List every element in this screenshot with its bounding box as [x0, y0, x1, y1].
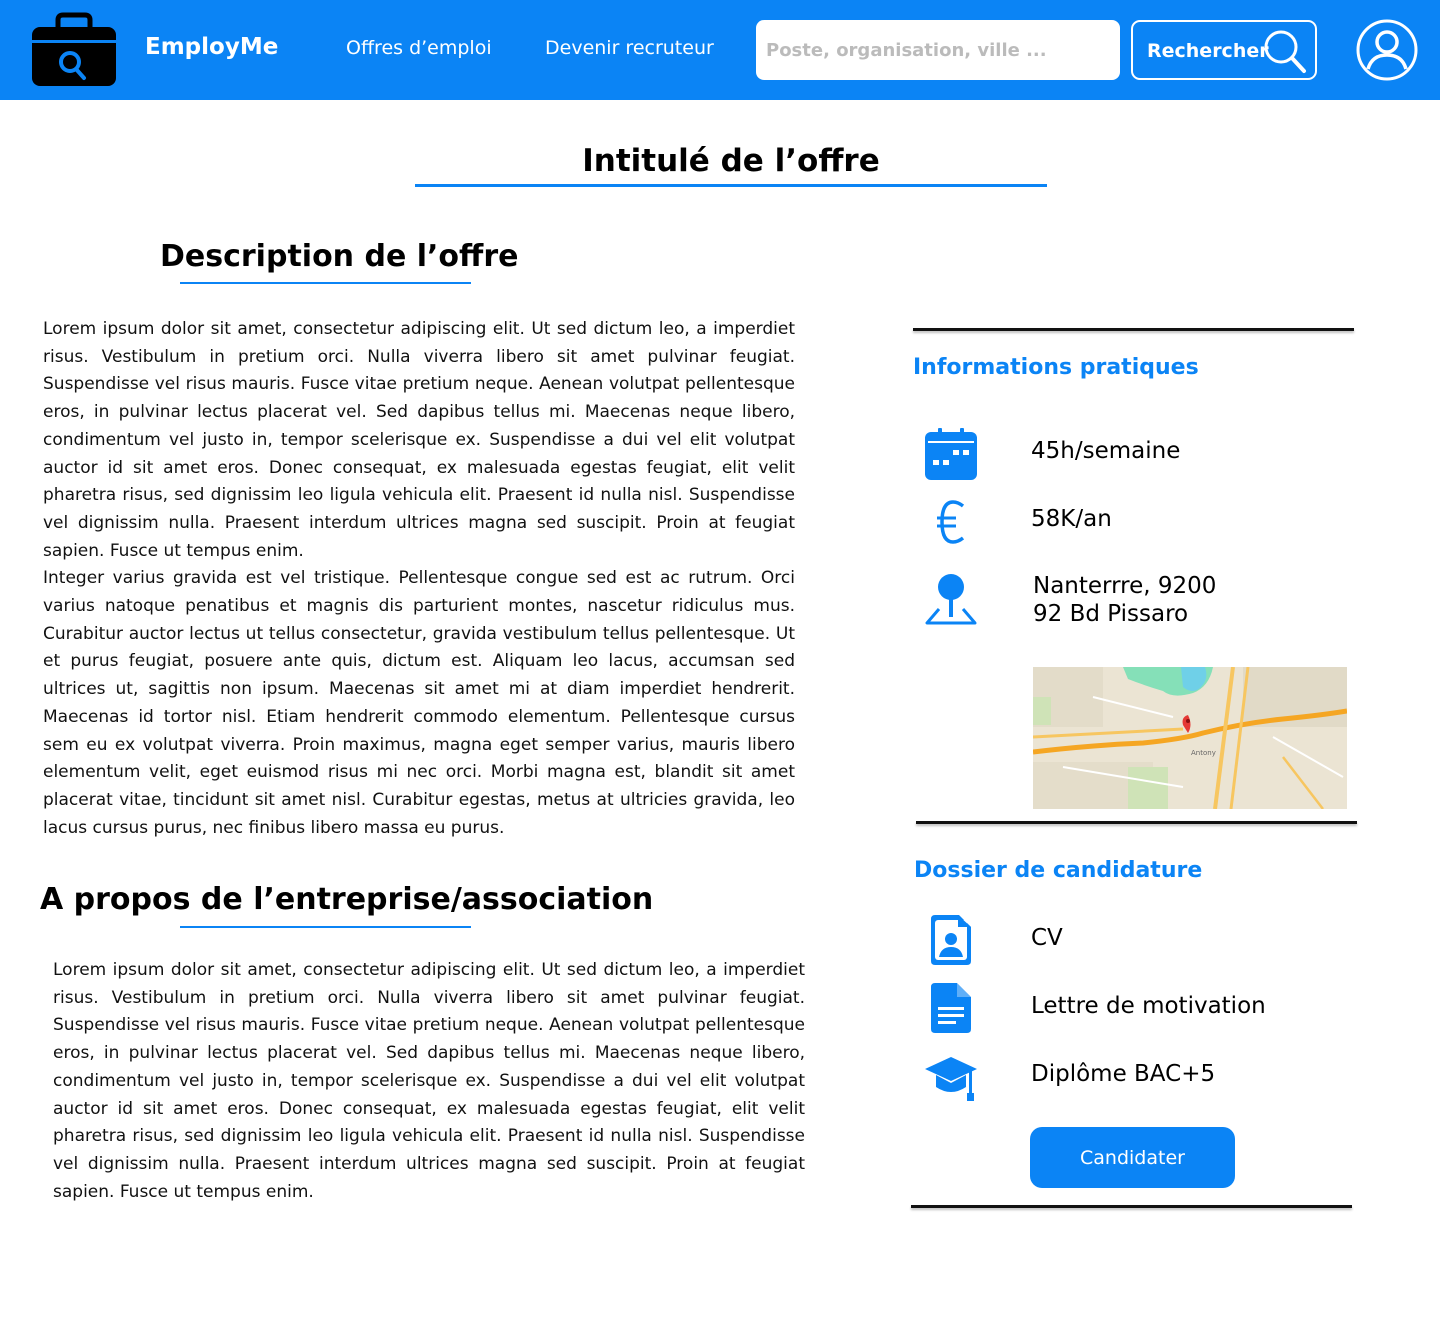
description-title: Description de l’offre	[160, 239, 519, 274]
dossier-item-diplome: Diplôme BAC+5	[1031, 1061, 1216, 1087]
map-label-antony: Antony	[1191, 749, 1216, 757]
search-input[interactable]	[756, 20, 1120, 80]
address-line2: 92 Bd Pissaro	[1033, 601, 1189, 627]
magnifier-icon	[1264, 30, 1306, 73]
about-title: A propos de l’entreprise/association	[40, 882, 654, 917]
salary-value: 58K/an	[1031, 506, 1112, 532]
nav-link-devenir-recruteur[interactable]: Devenir recruteur	[545, 37, 714, 59]
title-underline	[415, 184, 1047, 187]
divider	[913, 328, 1354, 331]
about-text: Lorem ipsum dolor sit amet, consectetur …	[53, 960, 805, 1202]
location-map[interactable]: Antony	[1033, 667, 1347, 809]
dossier-item-cv: CV	[1031, 925, 1063, 951]
dossier-item-lettre: Lettre de motivation	[1031, 993, 1266, 1019]
infos-title: Informations pratiques	[913, 355, 1199, 380]
page-title: Intitulé de l’offre	[582, 143, 880, 179]
top-navbar: EmployMe Offres d’emploi Devenir recrute…	[0, 0, 1440, 100]
search-button-label: Rechercher	[1147, 40, 1269, 62]
hours-value: 45h/semaine	[1031, 438, 1181, 464]
search-button[interactable]: Rechercher	[1131, 20, 1317, 80]
nav-link-offres[interactable]: Offres d’emploi	[346, 37, 492, 59]
apply-button[interactable]: Candidater	[1030, 1127, 1235, 1188]
description-underline	[180, 282, 471, 284]
graduation-cap-icon	[925, 1055, 977, 1107]
cv-document-icon	[931, 915, 971, 969]
description-text: Lorem ipsum dolor sit amet, consectetur …	[43, 319, 795, 838]
about-underline	[180, 926, 471, 928]
address-line1: Nanterrre, 9200	[1033, 573, 1217, 599]
briefcase-search-icon[interactable]	[30, 12, 118, 88]
text-document-icon	[931, 983, 971, 1037]
divider	[911, 1205, 1352, 1208]
dossier-title: Dossier de candidature	[914, 858, 1203, 883]
calendar-icon	[925, 428, 977, 484]
divider	[916, 821, 1357, 824]
euro-icon	[936, 500, 968, 548]
brand-name[interactable]: EmployMe	[145, 34, 278, 60]
location-pin-icon	[925, 573, 977, 629]
user-circle-icon[interactable]	[1356, 19, 1418, 81]
